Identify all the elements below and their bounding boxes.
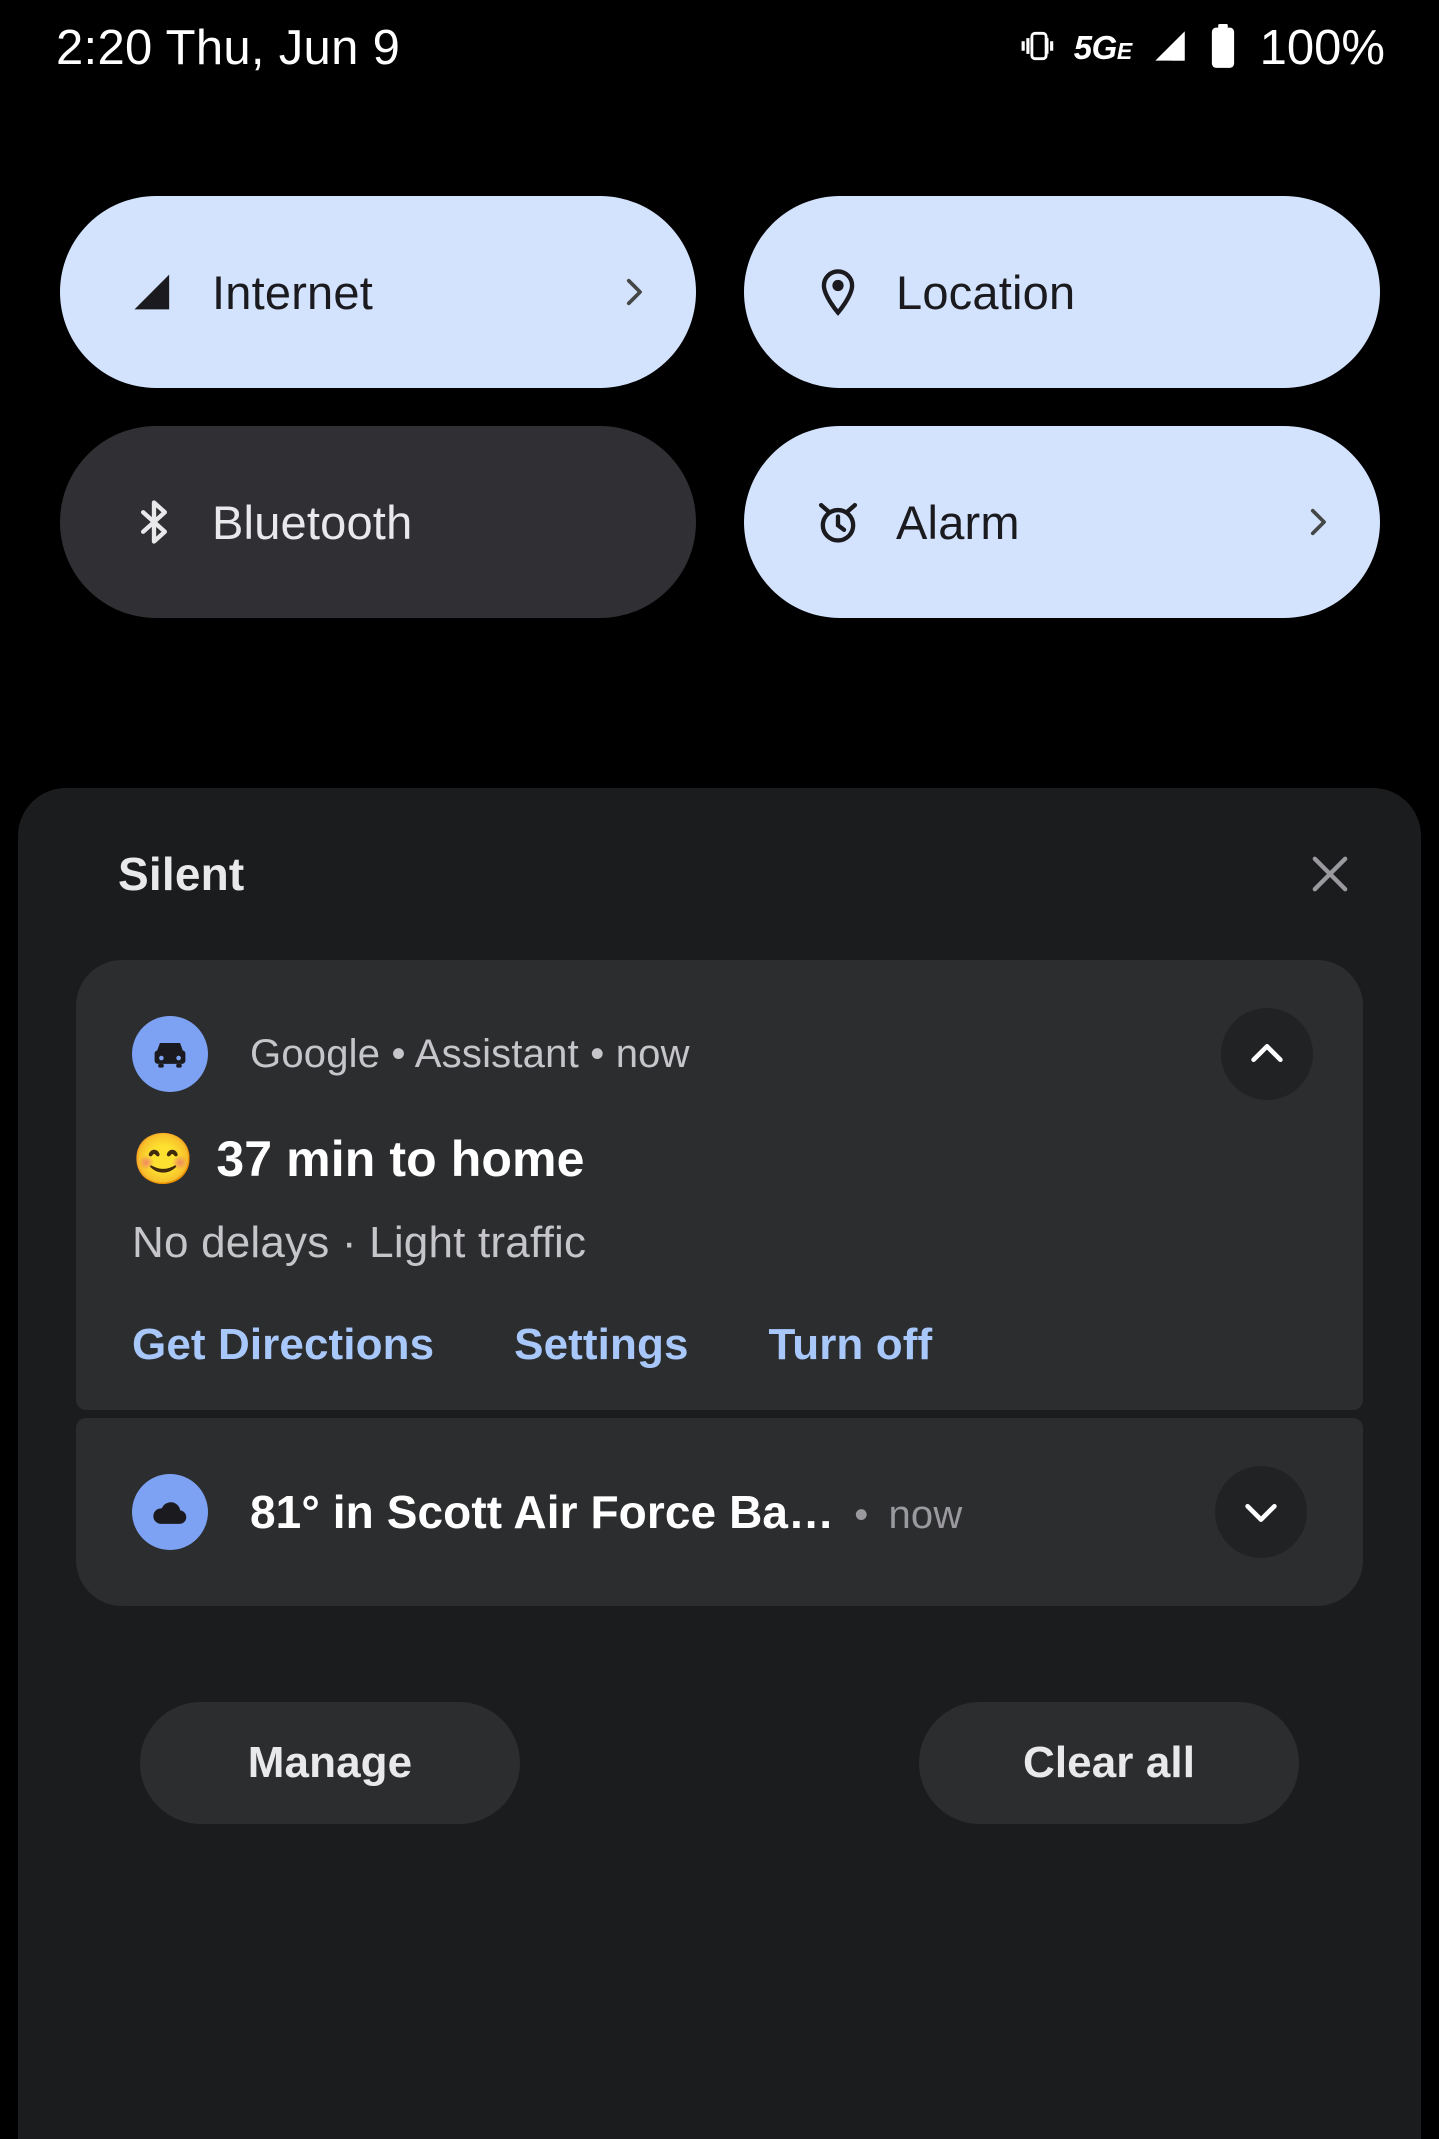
quick-tile-alarm-label: Alarm xyxy=(896,495,1020,549)
signal-cellular-icon xyxy=(126,264,182,320)
chevron-right-icon[interactable] xyxy=(1300,505,1334,539)
notification-title-text: 37 min to home xyxy=(216,1131,585,1187)
settings-button[interactable]: Settings xyxy=(514,1320,688,1370)
quick-tile-location-label: Location xyxy=(896,265,1076,319)
notification-section-title: Silent xyxy=(118,848,245,900)
notification-meta-line: Google • Assistant • now xyxy=(250,1031,690,1076)
weather-separator: • xyxy=(854,1493,869,1537)
weather-title-text: 81° in Scott Air Force Ba… xyxy=(250,1486,835,1538)
status-bar-clock-date: 2:20 Thu, Jun 9 xyxy=(56,21,401,75)
quick-tile-bluetooth-label: Bluetooth xyxy=(212,495,413,549)
weather-cloud-icon xyxy=(132,1474,208,1550)
notification-title: 😊 37 min to home xyxy=(132,1130,1307,1188)
quick-tile-location[interactable]: Location xyxy=(744,196,1380,388)
notification-actions: Get Directions Settings Turn off xyxy=(76,1320,1363,1370)
chevron-down-icon[interactable] xyxy=(1215,1466,1307,1558)
notification-group: Google • Assistant • now 😊 37 min to hom… xyxy=(76,960,1363,1606)
notification-assistant[interactable]: Google • Assistant • now 😊 37 min to hom… xyxy=(76,960,1363,1410)
close-icon[interactable] xyxy=(1301,845,1359,903)
notification-body: 😊 37 min to home No delays · Light traff… xyxy=(76,1130,1363,1268)
manage-button[interactable]: Manage xyxy=(140,1702,520,1824)
notification-header-row: Google • Assistant • now xyxy=(76,1016,1363,1092)
weather-timestamp: now xyxy=(888,1493,963,1537)
quick-tile-internet[interactable]: Internet xyxy=(60,196,696,388)
vibrate-icon xyxy=(1020,27,1058,70)
quick-settings-grid: Internet Location Bluetooth Alarm xyxy=(60,196,1380,618)
quick-tile-bluetooth[interactable]: Bluetooth xyxy=(60,426,696,618)
location-pin-icon xyxy=(810,264,866,320)
chevron-right-icon[interactable] xyxy=(616,275,650,309)
quick-tile-alarm[interactable]: Alarm xyxy=(744,426,1380,618)
android-notification-shade: 2:20 Thu, Jun 9 5GE 100% Internet Locati… xyxy=(0,0,1439,2139)
notification-weather[interactable]: 81° in Scott Air Force Ba… • now xyxy=(76,1418,1363,1606)
shade-footer: Manage Clear all xyxy=(18,1702,1421,1824)
status-bar-icons: 5GE 100% xyxy=(1020,20,1385,76)
bluetooth-icon xyxy=(126,494,182,550)
alarm-clock-icon xyxy=(810,494,866,550)
directions-car-icon xyxy=(132,1016,208,1092)
get-directions-button[interactable]: Get Directions xyxy=(132,1320,434,1370)
status-bar: 2:20 Thu, Jun 9 5GE 100% xyxy=(0,0,1439,96)
notification-section-header: Silent xyxy=(18,788,1421,960)
battery-percentage: 100% xyxy=(1259,21,1385,75)
battery-full-icon xyxy=(1208,23,1238,74)
notification-subtitle: No delays · Light traffic xyxy=(132,1218,587,1267)
notification-shade-panel: Silent Google • Assistant • now 😊 37 min… xyxy=(18,788,1421,2139)
signal-bars-icon xyxy=(1148,24,1192,73)
clear-all-button[interactable]: Clear all xyxy=(919,1702,1299,1824)
turn-off-button[interactable]: Turn off xyxy=(769,1320,933,1370)
quick-tile-internet-label: Internet xyxy=(212,265,373,319)
smiling-face-emoji: 😊 xyxy=(132,1131,195,1187)
weather-summary: 81° in Scott Air Force Ba… • now xyxy=(250,1485,1197,1539)
chevron-up-icon[interactable] xyxy=(1221,1008,1313,1100)
notification-collapsed-row: 81° in Scott Air Force Ba… • now xyxy=(76,1466,1363,1558)
network-type-label: 5GE xyxy=(1073,29,1132,66)
